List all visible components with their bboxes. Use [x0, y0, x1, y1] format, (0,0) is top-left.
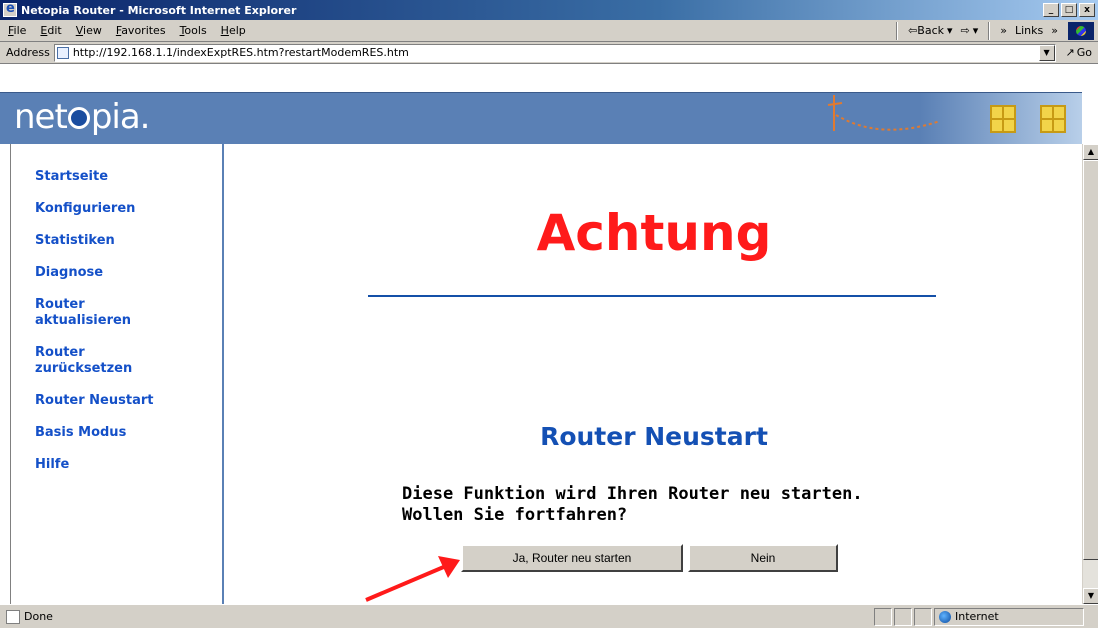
go-label: Go [1076, 46, 1092, 59]
links-button[interactable]: Links [1011, 24, 1047, 37]
toolbar-separator [988, 21, 991, 40]
window-icon [990, 105, 1016, 133]
status-pane [874, 607, 892, 626]
sidebar-nav: Startseite Konfigurieren Statistiken Dia… [10, 144, 224, 604]
window-title-bar: Netopia Router - Microsoft Internet Expl… [0, 0, 1098, 20]
nav-link-router-zuruecksetzen[interactable]: Router zurücksetzen [35, 345, 185, 377]
address-label: Address [6, 46, 50, 59]
go-arrow-icon: ↗ [1065, 46, 1075, 59]
toolbar-more-button[interactable]: » [996, 24, 1011, 37]
kite-string-icon [827, 95, 941, 131]
page-done-icon [6, 609, 20, 624]
section-title: Router Neustart [540, 422, 768, 451]
window-title: Netopia Router - Microsoft Internet Expl… [21, 3, 297, 17]
close-button[interactable]: x [1079, 3, 1095, 17]
nav-link-hilfe[interactable]: Hilfe [35, 457, 185, 473]
globe-icon [939, 610, 951, 623]
divider [368, 295, 936, 297]
chevron-down-icon[interactable]: ▾ [973, 24, 979, 37]
page-icon [56, 46, 69, 59]
window-controls: _ □ x [1043, 3, 1095, 17]
back-button[interactable]: ⇦Back ▾ [904, 24, 956, 37]
menu-help[interactable]: Help [221, 24, 246, 37]
address-dropdown-icon[interactable]: ▼ [1038, 44, 1055, 61]
toolbar-separator [896, 21, 899, 40]
netopia-logo: net pia. [14, 97, 151, 137]
address-url: http://192.168.1.1/indexExptRES.htm?rest… [72, 46, 409, 59]
nav-link-router-aktualisieren[interactable]: Router aktualisieren [35, 297, 185, 329]
menu-bar: File Edit View Favorites Tools Help ⇦Bac… [0, 20, 1098, 42]
logo-text-start: net [14, 97, 68, 137]
menu-edit[interactable]: Edit [40, 24, 61, 37]
minimize-button[interactable]: _ [1043, 3, 1059, 17]
logo-text-end: pia. [90, 97, 151, 137]
forward-button[interactable]: ⇨ ▾ [957, 24, 983, 37]
page-header: net pia. [0, 92, 1082, 145]
zone-label: Internet [955, 610, 999, 623]
address-bar: Address http://192.168.1.1/indexExptRES.… [0, 42, 1098, 64]
security-zone: Internet [934, 607, 1084, 626]
nav-link-router-neustart[interactable]: Router Neustart [35, 393, 185, 409]
logo-o-icon [67, 107, 90, 129]
scroll-thumb[interactable] [1083, 160, 1098, 560]
status-pane [894, 607, 912, 626]
forward-label: ⇨ [960, 24, 970, 37]
scroll-down-icon[interactable]: ▼ [1083, 588, 1098, 604]
warning-headline: Achtung [536, 204, 772, 262]
vertical-scrollbar[interactable]: ▲ ▼ [1082, 144, 1098, 604]
windows-logo-icon [1068, 21, 1094, 40]
main-content: Achtung Router Neustart Diese Funktion w… [226, 144, 1082, 604]
ie-app-icon [3, 1, 17, 17]
back-label: ⇦Back [908, 24, 944, 37]
menu-file[interactable]: File [8, 24, 26, 37]
menu-tools[interactable]: Tools [180, 24, 207, 37]
nav-list: Startseite Konfigurieren Statistiken Dia… [11, 144, 222, 473]
confirmation-prompt: Diese Funktion wird Ihren Router neu sta… [402, 484, 863, 525]
toolbar: ⇦Back ▾ ⇨ ▾ » Links » [890, 21, 1098, 41]
confirm-restart-button[interactable]: Ja, Router neu starten [461, 544, 683, 572]
status-pane [914, 607, 932, 626]
window-icon [1040, 105, 1066, 133]
scroll-up-icon[interactable]: ▲ [1083, 144, 1098, 160]
go-button[interactable]: ↗ Go [1060, 46, 1098, 59]
chevron-down-icon[interactable]: ▾ [947, 24, 953, 37]
menu-view[interactable]: View [76, 24, 102, 37]
links-more-button[interactable]: » [1047, 24, 1062, 37]
menu-favorites[interactable]: Favorites [116, 24, 166, 37]
nav-link-basis-modus[interactable]: Basis Modus [35, 425, 185, 441]
nav-link-konfigurieren[interactable]: Konfigurieren [35, 201, 185, 217]
nav-link-startseite[interactable]: Startseite [35, 169, 185, 185]
nav-link-diagnose[interactable]: Diagnose [35, 265, 185, 281]
maximize-button[interactable]: □ [1061, 3, 1077, 17]
nav-link-statistiken[interactable]: Statistiken [35, 233, 185, 249]
red-arrow-icon [365, 556, 460, 602]
cancel-button[interactable]: Nein [688, 544, 838, 572]
address-input[interactable]: http://192.168.1.1/indexExptRES.htm?rest… [53, 43, 1056, 62]
status-bar: Done Internet [0, 604, 1098, 628]
status-text: Done [24, 610, 53, 623]
menu-items: File Edit View Favorites Tools Help [0, 24, 890, 37]
